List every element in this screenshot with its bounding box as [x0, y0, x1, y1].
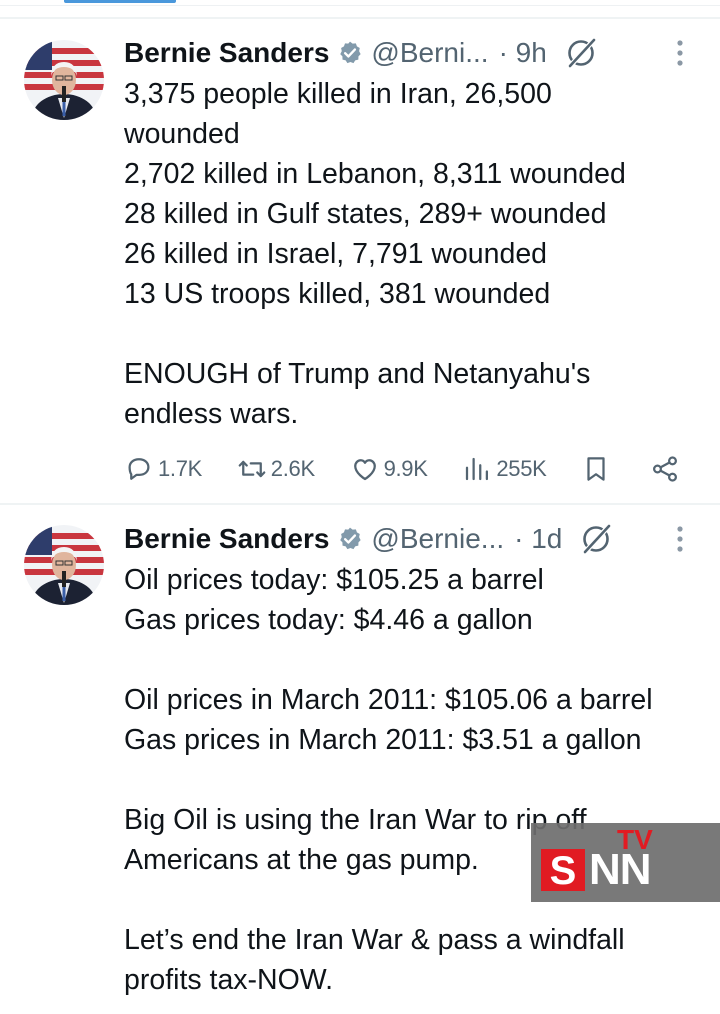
line-break: [124, 314, 702, 354]
more-vertical-icon[interactable]: [664, 523, 696, 555]
views-count: 255K: [496, 456, 547, 481]
top-rule: [0, 5, 720, 6]
avatar[interactable]: [24, 525, 104, 605]
tweet-timestamp[interactable]: · 1d: [514, 523, 562, 555]
tweet-text: 3,375 people killed in Iran, 26,500 woun…: [124, 74, 702, 434]
more-vertical-icon[interactable]: [664, 37, 696, 69]
line-break: [124, 640, 702, 680]
tweet-line: profits tax-NOW.: [124, 964, 334, 996]
author-name[interactable]: Bernie Sanders: [124, 37, 329, 69]
author-name[interactable]: Bernie Sanders: [124, 523, 329, 555]
bookmark-button[interactable]: [581, 454, 615, 484]
line-break: [124, 760, 702, 800]
views-button[interactable]: 255K: [462, 454, 547, 484]
like-icon: [353, 459, 376, 481]
watermark-s: S: [541, 849, 585, 893]
reply-button[interactable]: 1.7K: [124, 454, 202, 484]
verified-badge-icon: [340, 527, 362, 550]
tweet-line: wounded: [124, 118, 240, 150]
like-count: 9.9K: [383, 456, 428, 481]
tweet-line: 28 killed in Gulf states, 289+ wounded: [124, 198, 607, 230]
active-tab-indicator[interactable]: [64, 0, 176, 3]
author-handle[interactable]: @Bernie...: [371, 523, 504, 555]
bookmark-icon: [587, 457, 605, 481]
tweet-line: 3,375 people killed in Iran, 26,500: [124, 78, 552, 110]
repost-icon: [238, 460, 266, 478]
tweet-timestamp[interactable]: · 9h: [499, 37, 547, 69]
top-tab-strip: [0, 0, 720, 6]
avatar[interactable]: [24, 40, 104, 120]
views-icon: [466, 457, 489, 481]
reply-icon: [128, 458, 150, 480]
tweet-line: Gas prices today: $4.46 a gallon: [124, 604, 533, 636]
tweet-line: 13 US troops killed, 381 wounded: [124, 278, 551, 310]
tweet-line: 2,702 killed in Lebanon, 8,311 wounded: [124, 158, 626, 190]
tweet-line: Gas prices in March 2011: $3.51 a gallon: [124, 724, 642, 756]
tweet-line: Oil prices today: $105.25 a barrel: [124, 564, 544, 596]
tweet-text: Oil prices today: $105.25 a barrel Gas p…: [124, 560, 702, 1000]
tweet-line: 26 killed in Israel, 7,791 wounded: [124, 238, 548, 270]
share-button[interactable]: [650, 454, 684, 484]
like-button[interactable]: 9.9K: [350, 454, 428, 484]
author-handle[interactable]: @Berni...: [371, 37, 488, 69]
grok-icon[interactable]: [565, 37, 597, 69]
reply-count: 1.7K: [158, 456, 203, 481]
repost-count: 2.6K: [270, 456, 315, 481]
repost-button[interactable]: 2.6K: [237, 454, 315, 484]
watermark-tv: TV: [617, 824, 653, 855]
tweet-card[interactable]: Bernie Sanders @Berni... · 9h 3,375 peop…: [0, 19, 720, 503]
share-icon: [652, 456, 677, 482]
tweet-actions: 1.7K 2.6K 9.9K 255K: [124, 449, 684, 489]
tweet-header: Bernie Sanders @Berni... · 9h: [124, 33, 696, 73]
tweet-line: Oil prices in March 2011: $105.06 a barr…: [124, 684, 653, 716]
tweet-line: endless wars.: [124, 398, 299, 430]
snn-tv-watermark: S NN TV: [531, 823, 720, 902]
tweet-line: ENOUGH of Trump and Netanyahu's: [124, 358, 591, 390]
grok-icon[interactable]: [580, 523, 612, 555]
tweet-header: Bernie Sanders @Bernie... · 1d: [124, 519, 696, 559]
tweet-card[interactable]: Bernie Sanders @Bernie... · 1d Oil price…: [0, 505, 720, 1014]
verified-badge-icon: [340, 41, 362, 64]
tweet-line: Let’s end the Iran War & pass a windfall: [124, 924, 625, 956]
